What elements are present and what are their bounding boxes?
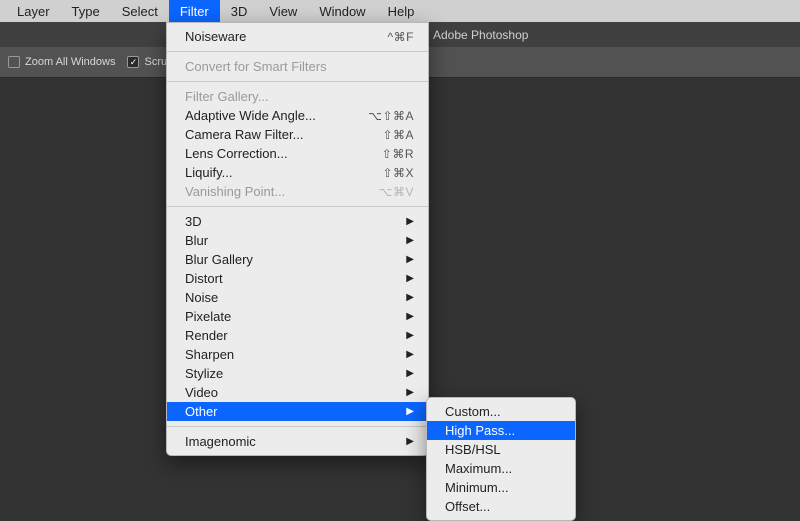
filter-dropdown: Noiseware ^⌘F Convert for Smart Filters … xyxy=(166,22,429,456)
menuitem-label: High Pass... xyxy=(445,423,561,438)
menuitem-label: Custom... xyxy=(445,404,561,419)
menuitem-distort[interactable]: Distort▶ xyxy=(167,269,428,288)
menuitem-filter-gallery: Filter Gallery... xyxy=(167,87,428,106)
submenu-arrow-icon: ▶ xyxy=(406,349,414,360)
menu-select[interactable]: Select xyxy=(111,0,169,22)
menu-type[interactable]: Type xyxy=(61,0,111,22)
menuitem-sharpen[interactable]: Sharpen▶ xyxy=(167,345,428,364)
menuitem-label: HSB/HSL xyxy=(445,442,561,457)
menuitem-label: Adaptive Wide Angle... xyxy=(185,108,368,123)
menuitem-other[interactable]: Other▶ xyxy=(167,402,428,421)
submenu-hsb-hsl[interactable]: HSB/HSL xyxy=(427,440,575,459)
submenu-high-pass[interactable]: High Pass... xyxy=(427,421,575,440)
menuitem-label: Liquify... xyxy=(185,165,382,180)
menu-layer[interactable]: Layer xyxy=(6,0,61,22)
menuitem-label: Other xyxy=(185,404,406,419)
menuitem-label: 3D xyxy=(185,214,406,229)
menu-filter[interactable]: Filter xyxy=(169,0,220,22)
menuitem-last-filter[interactable]: Noiseware ^⌘F xyxy=(167,27,428,46)
submenu-maximum[interactable]: Maximum... xyxy=(427,459,575,478)
submenu-arrow-icon: ▶ xyxy=(406,436,414,447)
checkbox-icon[interactable] xyxy=(8,56,20,68)
menuitem-label: Minimum... xyxy=(445,480,561,495)
submenu-minimum[interactable]: Minimum... xyxy=(427,478,575,497)
separator xyxy=(167,426,428,427)
submenu-arrow-icon: ▶ xyxy=(406,387,414,398)
menuitem-vanishing-point: Vanishing Point... ⌥⌘V xyxy=(167,182,428,201)
menuitem-stylize[interactable]: Stylize▶ xyxy=(167,364,428,383)
submenu-arrow-icon: ▶ xyxy=(406,368,414,379)
separator xyxy=(167,206,428,207)
menuitem-video[interactable]: Video▶ xyxy=(167,383,428,402)
zoom-all-option[interactable]: Zoom All Windows xyxy=(8,56,115,68)
menuitem-shortcut: ⌥⌘V xyxy=(379,185,414,199)
menuitem-shortcut: ⇧⌘X xyxy=(382,166,414,180)
menu-window[interactable]: Window xyxy=(308,0,376,22)
checkbox-checked-icon[interactable] xyxy=(127,56,139,68)
menuitem-label: Noise xyxy=(185,290,406,305)
submenu-arrow-icon: ▶ xyxy=(406,311,414,322)
menuitem-3d[interactable]: 3D▶ xyxy=(167,212,428,231)
menuitem-liquify[interactable]: Liquify... ⇧⌘X xyxy=(167,163,428,182)
menuitem-label: Lens Correction... xyxy=(185,146,382,161)
menu-view[interactable]: View xyxy=(258,0,308,22)
menuitem-label: Noiseware xyxy=(185,29,388,44)
menuitem-pixelate[interactable]: Pixelate▶ xyxy=(167,307,428,326)
menu-3d[interactable]: 3D xyxy=(220,0,259,22)
menuitem-shortcut: ⌥⇧⌘A xyxy=(368,109,414,123)
submenu-arrow-icon: ▶ xyxy=(406,235,414,246)
menuitem-blur[interactable]: Blur▶ xyxy=(167,231,428,250)
menuitem-render[interactable]: Render▶ xyxy=(167,326,428,345)
menu-help[interactable]: Help xyxy=(377,0,426,22)
zoom-all-label: Zoom All Windows xyxy=(25,56,115,68)
submenu-arrow-icon: ▶ xyxy=(406,330,414,341)
menuitem-shortcut: ^⌘F xyxy=(388,30,414,44)
menuitem-label: Maximum... xyxy=(445,461,561,476)
menuitem-adaptive-wide-angle[interactable]: Adaptive Wide Angle... ⌥⇧⌘A xyxy=(167,106,428,125)
menuitem-label: Pixelate xyxy=(185,309,406,324)
menuitem-label: Blur xyxy=(185,233,406,248)
app-title: Adobe Photoshop xyxy=(433,28,528,42)
separator xyxy=(167,51,428,52)
menuitem-label: Filter Gallery... xyxy=(185,89,414,104)
menuitem-label: Camera Raw Filter... xyxy=(185,127,382,142)
menuitem-label: Sharpen xyxy=(185,347,406,362)
menuitem-imagenomic[interactable]: Imagenomic▶ xyxy=(167,432,428,451)
submenu-arrow-icon: ▶ xyxy=(406,292,414,303)
submenu-arrow-icon: ▶ xyxy=(406,254,414,265)
submenu-arrow-icon: ▶ xyxy=(406,406,414,417)
other-submenu: Custom... High Pass... HSB/HSL Maximum..… xyxy=(426,397,576,521)
menuitem-lens-correction[interactable]: Lens Correction... ⇧⌘R xyxy=(167,144,428,163)
menuitem-label: Convert for Smart Filters xyxy=(185,59,414,74)
menuitem-shortcut: ⇧⌘R xyxy=(382,147,414,161)
submenu-arrow-icon: ▶ xyxy=(406,273,414,284)
menubar: Layer Type Select Filter 3D View Window … xyxy=(0,0,800,22)
menuitem-shortcut: ⇧⌘A xyxy=(382,128,414,142)
menuitem-label: Imagenomic xyxy=(185,434,406,449)
menuitem-convert-smart: Convert for Smart Filters xyxy=(167,57,428,76)
menuitem-blur-gallery[interactable]: Blur Gallery▶ xyxy=(167,250,428,269)
menuitem-noise[interactable]: Noise▶ xyxy=(167,288,428,307)
menuitem-camera-raw[interactable]: Camera Raw Filter... ⇧⌘A xyxy=(167,125,428,144)
menuitem-label: Offset... xyxy=(445,499,561,514)
submenu-offset[interactable]: Offset... xyxy=(427,497,575,516)
submenu-arrow-icon: ▶ xyxy=(406,216,414,227)
menuitem-label: Vanishing Point... xyxy=(185,184,379,199)
menuitem-label: Distort xyxy=(185,271,406,286)
menuitem-label: Stylize xyxy=(185,366,406,381)
separator xyxy=(167,81,428,82)
submenu-custom[interactable]: Custom... xyxy=(427,402,575,421)
menuitem-label: Video xyxy=(185,385,406,400)
menuitem-label: Blur Gallery xyxy=(185,252,406,267)
menuitem-label: Render xyxy=(185,328,406,343)
